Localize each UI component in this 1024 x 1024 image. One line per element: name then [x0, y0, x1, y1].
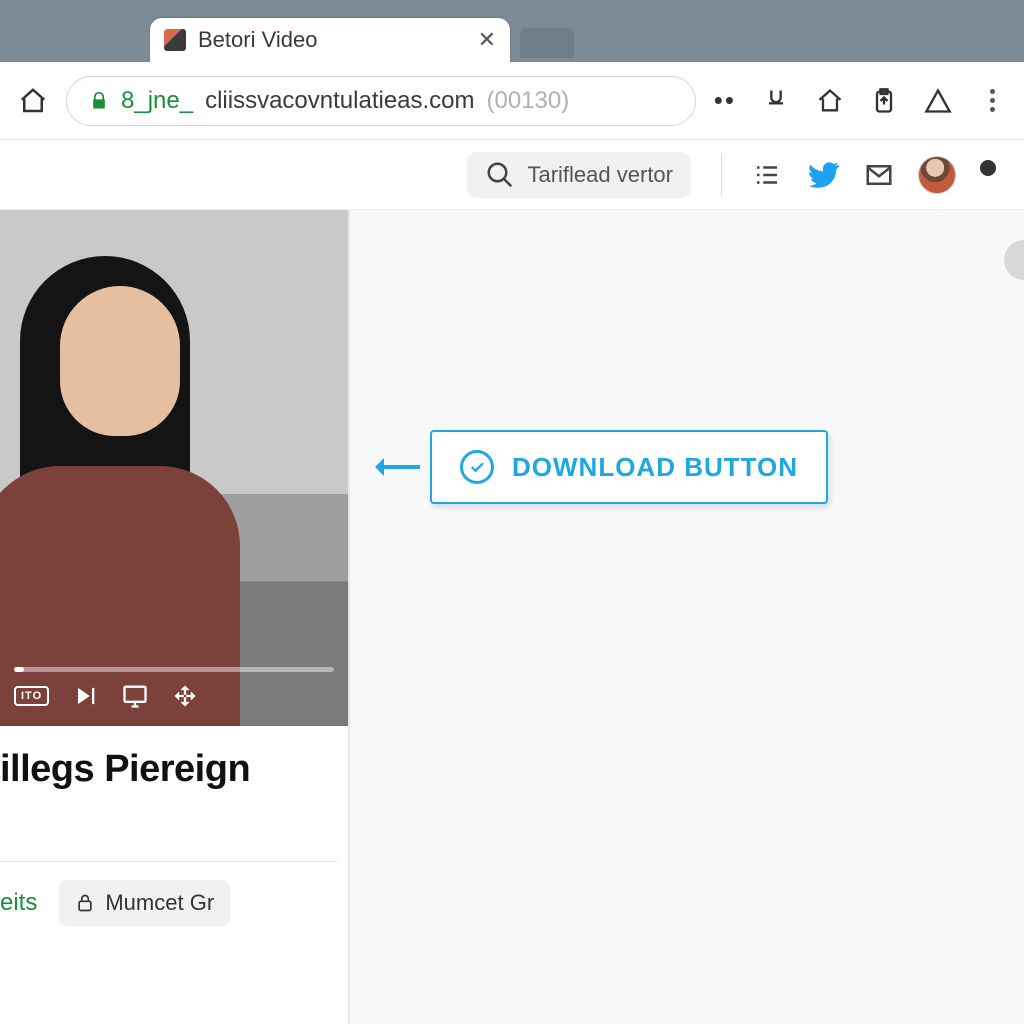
- browser-tab-active[interactable]: Betori Video ✕: [150, 18, 510, 62]
- toolbar-icons: ••: [714, 85, 1006, 116]
- video-title: illegs Piereign: [0, 748, 338, 791]
- list-icon[interactable]: [752, 160, 782, 190]
- locked-pill[interactable]: Mumcet Gr: [59, 880, 230, 926]
- site-header: Tariflead vertor: [0, 140, 1024, 210]
- pill-label: Mumcet Gr: [105, 890, 214, 916]
- arrow-left-icon: [380, 465, 420, 469]
- video-meta: illegs Piereign eits Mumcet Gr: [0, 726, 348, 1024]
- address-bar[interactable]: 8_jne_ cliissvacovntulatieas.com (00130): [66, 76, 696, 126]
- content-area: ITO illegs Piereign eits Mumcet Gr: [0, 210, 1024, 1024]
- tab-strip: Betori Video ✕: [0, 0, 1024, 62]
- download-button-label: DOWNLOAD BUTTON: [512, 452, 798, 483]
- site-home-icon[interactable]: [816, 87, 844, 115]
- url-suffix: (00130): [487, 87, 570, 115]
- cast-icon[interactable]: [121, 682, 149, 710]
- favicon-icon: [164, 29, 186, 51]
- url-host: cliissvacovntulatieas.com: [205, 87, 474, 115]
- left-column: ITO illegs Piereign eits Mumcet Gr: [0, 210, 348, 1024]
- decorative-bubble: [1004, 240, 1024, 280]
- notification-dot-icon[interactable]: [980, 160, 996, 176]
- twitter-icon[interactable]: [806, 158, 840, 192]
- kebab-menu-icon[interactable]: [978, 87, 1006, 115]
- lock-icon: [75, 893, 95, 913]
- home-icon[interactable]: [18, 86, 48, 116]
- new-tab-placeholder[interactable]: [520, 28, 574, 58]
- clipboard-icon[interactable]: [870, 87, 898, 115]
- video-controls: ITO: [0, 657, 348, 726]
- check-circle-icon: [460, 450, 494, 484]
- overflow-dots-icon[interactable]: ••: [714, 85, 736, 116]
- next-icon[interactable]: [71, 682, 99, 710]
- video-player[interactable]: ITO: [0, 210, 348, 726]
- close-tab-icon[interactable]: ✕: [478, 27, 496, 53]
- browser-toolbar: 8_jne_cliissvacovntulatieas.com (00130) …: [0, 62, 1024, 140]
- right-column: DOWNLOAD BUTTON: [348, 210, 1024, 1024]
- download-button[interactable]: DOWNLOAD BUTTON: [430, 430, 828, 504]
- url-prefix: 8_jne_: [121, 87, 193, 115]
- quality-badge[interactable]: ITO: [14, 686, 49, 706]
- download-callout: DOWNLOAD BUTTON: [380, 430, 828, 504]
- tab-title: Betori Video: [198, 27, 466, 53]
- video-progress[interactable]: [14, 667, 334, 672]
- meta-link[interactable]: eits: [0, 889, 37, 917]
- search-placeholder: Tariflead vertor: [527, 162, 673, 188]
- divider: [721, 154, 722, 196]
- video-subject: [0, 216, 270, 726]
- mail-icon[interactable]: [864, 160, 894, 190]
- site-search[interactable]: Tariflead vertor: [467, 152, 691, 198]
- separator: [0, 861, 338, 862]
- lock-icon: [89, 91, 109, 111]
- user-avatar[interactable]: [918, 156, 956, 194]
- reader-icon[interactable]: [762, 87, 790, 115]
- warning-icon[interactable]: [924, 87, 952, 115]
- search-icon: [485, 160, 515, 190]
- expand-icon[interactable]: [171, 682, 199, 710]
